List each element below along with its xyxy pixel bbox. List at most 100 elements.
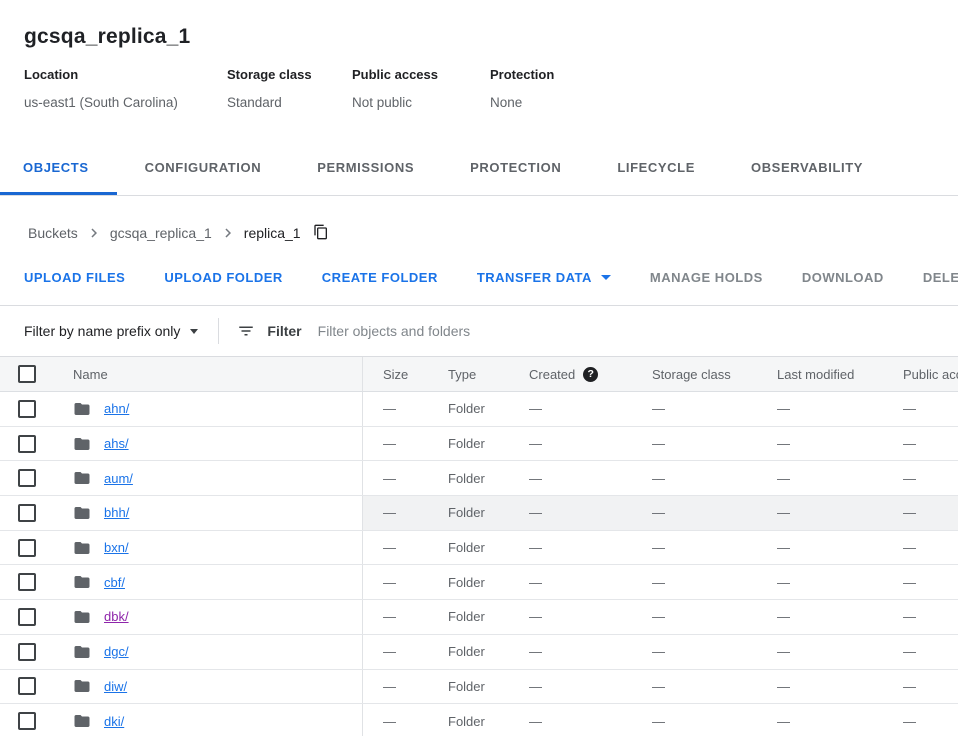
create-folder-button[interactable]: CREATE FOLDER bbox=[312, 259, 448, 295]
meta-label: Storage class bbox=[227, 67, 352, 82]
toolbar-button-label: MANAGE HOLDS bbox=[650, 270, 763, 285]
folder-link[interactable]: dki/ bbox=[104, 714, 124, 729]
tab-observability[interactable]: OBSERVABILITY bbox=[723, 143, 891, 195]
row-storage-class: — bbox=[652, 704, 777, 736]
folder-link[interactable]: diw/ bbox=[104, 679, 127, 694]
row-checkbox[interactable] bbox=[18, 712, 36, 730]
row-type: Folder bbox=[448, 392, 529, 426]
breadcrumb-link[interactable]: Buckets bbox=[28, 225, 78, 241]
row-checkbox[interactable] bbox=[18, 677, 36, 695]
row-type: Folder bbox=[448, 635, 529, 669]
bucket-details-page: gcsqa_replica_1 Location us-east1 (South… bbox=[0, 0, 958, 736]
dropdown-caret-icon bbox=[601, 275, 611, 280]
row-public-access: — bbox=[903, 704, 958, 736]
folder-link[interactable]: aum/ bbox=[104, 471, 133, 486]
filter-scope-dropdown[interactable]: Filter by name prefix only bbox=[24, 323, 198, 339]
table-row: dgc/ — Folder — — — — bbox=[0, 635, 958, 670]
table-row: bxn/ — Folder — — — — bbox=[0, 531, 958, 566]
tab-label: OBSERVABILITY bbox=[751, 160, 863, 175]
row-checkbox[interactable] bbox=[18, 643, 36, 661]
row-name-cell: ahs/ bbox=[56, 427, 363, 461]
folder-link[interactable]: cbf/ bbox=[104, 575, 125, 590]
filter-input[interactable] bbox=[316, 322, 948, 340]
filter-scope-label: Filter by name prefix only bbox=[24, 323, 180, 339]
filter-icon bbox=[237, 322, 255, 340]
column-header-public-access: Public access bbox=[903, 357, 958, 391]
row-last-modified: — bbox=[777, 565, 903, 599]
row-storage-class: — bbox=[652, 427, 777, 461]
folder-icon bbox=[73, 677, 91, 695]
row-name-cell: cbf/ bbox=[56, 565, 363, 599]
breadcrumb: Buckets gcsqa_replica_1 replica_1 bbox=[0, 217, 958, 249]
folder-link[interactable]: ahs/ bbox=[104, 436, 129, 451]
folder-link[interactable]: bxn/ bbox=[104, 540, 129, 555]
column-header-created: Created ? bbox=[529, 357, 652, 391]
row-size: — bbox=[363, 496, 448, 530]
row-public-access: — bbox=[903, 635, 958, 669]
row-checkbox[interactable] bbox=[18, 573, 36, 591]
row-storage-class: — bbox=[652, 670, 777, 704]
row-checkbox[interactable] bbox=[18, 469, 36, 487]
upload-files-button[interactable]: UPLOAD FILES bbox=[14, 259, 135, 295]
row-checkbox[interactable] bbox=[18, 504, 36, 522]
tab-protection[interactable]: PROTECTION bbox=[442, 143, 589, 195]
column-header-size: Size bbox=[363, 357, 448, 391]
bucket-meta-item: Public access Not public bbox=[352, 67, 490, 110]
row-public-access: — bbox=[903, 670, 958, 704]
toolbar-button-label: UPLOAD FILES bbox=[24, 270, 125, 285]
table-header-row: Name Size Type Created ? Storage class L… bbox=[0, 356, 958, 392]
filter-label: Filter bbox=[267, 323, 301, 339]
copy-path-button[interactable] bbox=[313, 224, 329, 243]
table-row: dki/ — Folder — — — — bbox=[0, 704, 958, 736]
filter-bar: Filter by name prefix only Filter bbox=[0, 306, 958, 356]
row-checkbox-cell bbox=[0, 565, 56, 599]
tab-permissions[interactable]: PERMISSIONS bbox=[289, 143, 442, 195]
row-storage-class: — bbox=[652, 461, 777, 495]
folder-link[interactable]: dgc/ bbox=[104, 644, 129, 659]
folder-icon bbox=[73, 435, 91, 453]
breadcrumb-items: Buckets gcsqa_replica_1 replica_1 bbox=[28, 224, 301, 242]
table-row: aum/ — Folder — — — — bbox=[0, 461, 958, 496]
row-size: — bbox=[363, 704, 448, 736]
row-checkbox[interactable] bbox=[18, 608, 36, 626]
tab-label: PERMISSIONS bbox=[317, 160, 414, 175]
breadcrumb-link[interactable]: gcsqa_replica_1 bbox=[110, 225, 212, 241]
row-name-cell: aum/ bbox=[56, 461, 363, 495]
row-checkbox-cell bbox=[0, 496, 56, 530]
tab-lifecycle[interactable]: LIFECYCLE bbox=[589, 143, 723, 195]
row-last-modified: — bbox=[777, 704, 903, 736]
row-public-access: — bbox=[903, 392, 958, 426]
row-type: Folder bbox=[448, 670, 529, 704]
column-header-last-modified: Last modified bbox=[777, 357, 903, 391]
row-public-access: — bbox=[903, 461, 958, 495]
page-title: gcsqa_replica_1 bbox=[24, 24, 934, 49]
row-last-modified: — bbox=[777, 531, 903, 565]
column-header-name: Name bbox=[56, 357, 363, 391]
row-public-access: — bbox=[903, 600, 958, 634]
toolbar-button-label: TRANSFER DATA bbox=[477, 270, 592, 285]
transfer-data-button[interactable]: TRANSFER DATA bbox=[467, 259, 621, 295]
select-all-checkbox[interactable] bbox=[18, 365, 36, 383]
row-checkbox[interactable] bbox=[18, 400, 36, 418]
meta-value: us-east1 (South Carolina) bbox=[24, 95, 227, 110]
table-row: bhh/ — Folder — — — — bbox=[0, 496, 958, 531]
row-checkbox[interactable] bbox=[18, 435, 36, 453]
tab-configuration[interactable]: CONFIGURATION bbox=[117, 143, 290, 195]
meta-value: Standard bbox=[227, 95, 352, 110]
row-checkbox[interactable] bbox=[18, 539, 36, 557]
row-created: — bbox=[529, 392, 652, 426]
folder-link[interactable]: bhh/ bbox=[104, 505, 129, 520]
folder-link[interactable]: ahn/ bbox=[104, 401, 129, 416]
tab-bar: OBJECTSCONFIGURATION PERMISSIONS PROTECTIO… bbox=[0, 143, 958, 196]
toolbar-button-label: UPLOAD FOLDER bbox=[164, 270, 282, 285]
row-size: — bbox=[363, 461, 448, 495]
row-last-modified: — bbox=[777, 635, 903, 669]
help-icon[interactable]: ? bbox=[583, 367, 598, 382]
folder-link[interactable]: dbk/ bbox=[104, 609, 129, 624]
row-last-modified: — bbox=[777, 461, 903, 495]
row-size: — bbox=[363, 531, 448, 565]
upload-folder-button[interactable]: UPLOAD FOLDER bbox=[154, 259, 292, 295]
tab-objects[interactable]: OBJECTS bbox=[0, 143, 117, 195]
row-storage-class: — bbox=[652, 496, 777, 530]
row-created: — bbox=[529, 670, 652, 704]
